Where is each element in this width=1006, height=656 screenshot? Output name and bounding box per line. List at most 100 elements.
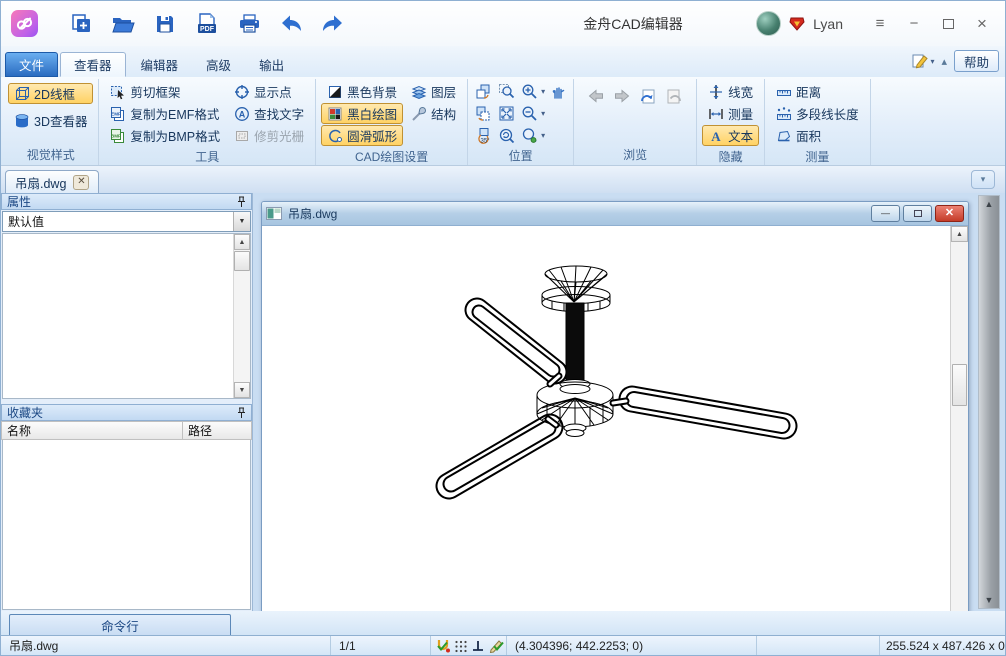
- rotate-35-icon[interactable]: 35°: [473, 125, 493, 145]
- pin-icon[interactable]: [237, 196, 246, 208]
- find-text-button[interactable]: A 查找文字: [228, 103, 310, 124]
- copy-emf-icon: EMF: [110, 106, 126, 122]
- fit-screen-icon[interactable]: [496, 103, 516, 123]
- tab-file[interactable]: 文件: [5, 52, 58, 77]
- hide-line-width-button[interactable]: 线宽: [702, 81, 759, 102]
- favorites-panel-title: 收藏夹: [7, 404, 43, 421]
- open-file-button[interactable]: [108, 9, 138, 39]
- copy-emf-button[interactable]: EMF 复制为EMF格式: [104, 103, 226, 124]
- properties-value-select[interactable]: 默认值 ▼: [2, 211, 251, 232]
- document-tab-close-icon[interactable]: ✕: [73, 175, 89, 190]
- properties-scrollbar[interactable]: ▲ ▼: [233, 234, 250, 398]
- combo-dropdown-icon[interactable]: ▼: [233, 212, 250, 231]
- mdi-vertical-scrollbar[interactable]: ▲ ▼: [978, 195, 1000, 609]
- collapse-ribbon-icon[interactable]: ▴: [941, 55, 947, 68]
- flip-view-icon[interactable]: [473, 103, 493, 123]
- canvas-scrollbar-thumb[interactable]: [952, 364, 967, 406]
- group-label-tools: 工具: [104, 146, 310, 167]
- cad-canvas[interactable]: [262, 226, 950, 611]
- command-line-button[interactable]: 命令行: [9, 614, 231, 635]
- ortho-icon[interactable]: [471, 639, 485, 653]
- find-text-icon: A: [234, 106, 250, 122]
- help-button[interactable]: 帮助: [954, 50, 999, 72]
- properties-selected-value: 默认值: [8, 213, 44, 230]
- canvas-scroll-up-icon[interactable]: ▲: [951, 226, 968, 242]
- favorites-panel: 收藏夹 名称 路径: [1, 404, 252, 611]
- tab-list-chevron-icon[interactable]: ▾: [971, 170, 995, 189]
- export-pdf-button[interactable]: PDF: [192, 9, 222, 39]
- layers-icon: [411, 84, 427, 100]
- zoom-in-icon[interactable]: [519, 81, 539, 101]
- osnap-icon[interactable]: [435, 638, 451, 653]
- mdi-scroll-up-icon[interactable]: ▲: [985, 199, 994, 209]
- sketch-check-icon[interactable]: [488, 638, 504, 653]
- clip-frame-button[interactable]: 剪切框架: [104, 81, 226, 102]
- status-toggle-icons: [431, 636, 507, 655]
- ribbon-group-visual-style: 2D线框 3D查看器 视觉样式: [3, 79, 99, 165]
- maximize-button[interactable]: [935, 11, 961, 37]
- group-label-position: 位置: [473, 145, 568, 166]
- black-background-button[interactable]: 黑色背景: [321, 81, 403, 102]
- measure-polyline-button[interactable]: 多段线长度: [770, 103, 865, 124]
- show-points-button[interactable]: 显示点: [228, 81, 310, 102]
- zoom-out-caret[interactable]: ▾: [541, 109, 545, 118]
- zoom-window-icon[interactable]: [496, 81, 516, 101]
- tab-viewer[interactable]: 查看器: [60, 52, 126, 77]
- doc-minimize-button[interactable]: —: [871, 205, 900, 222]
- pin-icon[interactable]: [237, 407, 246, 419]
- scroll-down-icon[interactable]: ▼: [234, 382, 250, 398]
- doc-restore-button[interactable]: [903, 205, 932, 222]
- favorites-col-path[interactable]: 路径: [183, 421, 252, 440]
- document-tab-label: 吊扇.dwg: [15, 173, 66, 192]
- print-button[interactable]: [234, 9, 264, 39]
- viewer-3d-button[interactable]: 3D查看器: [8, 110, 93, 131]
- ribbon-group-measure: 距离 多段线长度 面积 测量: [765, 79, 871, 165]
- document-icon: [266, 207, 282, 220]
- structure-button[interactable]: 结构: [405, 103, 462, 124]
- status-page-indicator: 1/1: [331, 636, 431, 655]
- rotate-view-icon[interactable]: [473, 81, 493, 101]
- scrollbar-thumb[interactable]: [234, 251, 250, 271]
- measure-distance-button[interactable]: 距离: [770, 81, 865, 102]
- left-panel-column: 属性 默认值 ▼ ▲ ▼ 收藏夹 名称: [1, 193, 253, 611]
- hide-text-button[interactable]: A 文本: [702, 125, 759, 146]
- favorites-col-name[interactable]: 名称: [1, 421, 183, 440]
- zoom-extents-icon[interactable]: [519, 125, 539, 145]
- new-file-button[interactable]: [66, 9, 96, 39]
- line-width-icon: [708, 84, 724, 100]
- properties-panel-header: 属性: [1, 193, 252, 210]
- save-button[interactable]: [150, 9, 180, 39]
- hide-measure-button[interactable]: 测量: [702, 103, 759, 124]
- tab-output[interactable]: 输出: [246, 52, 297, 77]
- doc-close-button[interactable]: ✕: [935, 205, 964, 222]
- mdi-scroll-down-icon[interactable]: ▼: [985, 595, 994, 605]
- view-undo-icon[interactable]: [638, 86, 658, 106]
- black-background-icon: [327, 84, 343, 100]
- scroll-up-icon[interactable]: ▲: [234, 234, 250, 250]
- layers-button[interactable]: 图层: [405, 81, 462, 102]
- undo-button[interactable]: [276, 9, 306, 39]
- wireframe-2d-button[interactable]: 2D线框: [8, 83, 93, 104]
- grid-icon[interactable]: [454, 639, 468, 653]
- zoom-extents-caret[interactable]: ▾: [541, 131, 545, 140]
- tab-editor[interactable]: 编辑器: [128, 52, 192, 77]
- status-coordinates: (4.304396; 442.2253; 0): [507, 636, 757, 655]
- polyline-ruler-icon: [776, 106, 792, 122]
- bw-drawing-button[interactable]: 黑白绘图: [321, 103, 403, 124]
- trim-raster-icon: [234, 128, 250, 144]
- canvas-vertical-scrollbar[interactable]: ▲: [950, 226, 968, 611]
- copy-bmp-button[interactable]: BMP 复制为BMP格式: [104, 125, 226, 146]
- menu-tab-row: 文件 查看器 编辑器 高级 输出 ▾ ▴ 帮助: [1, 46, 1005, 77]
- smooth-arc-button[interactable]: 圆滑弧形: [321, 125, 403, 146]
- document-window-titlebar[interactable]: 吊扇.dwg — ✕: [262, 202, 968, 226]
- document-tab[interactable]: 吊扇.dwg ✕: [5, 170, 99, 193]
- tab-advanced[interactable]: 高级: [193, 52, 244, 77]
- svg-text:EMF: EMF: [112, 111, 122, 116]
- measure-area-button[interactable]: 面积: [770, 125, 865, 146]
- zoom-in-caret[interactable]: ▾: [541, 87, 545, 96]
- close-button[interactable]: ×: [969, 11, 995, 37]
- zoom-previous-icon[interactable]: [496, 125, 516, 145]
- zoom-out-icon[interactable]: [519, 103, 539, 123]
- pan-hand-icon[interactable]: [548, 81, 568, 101]
- annotate-pencil-icon[interactable]: ▾: [911, 52, 934, 70]
